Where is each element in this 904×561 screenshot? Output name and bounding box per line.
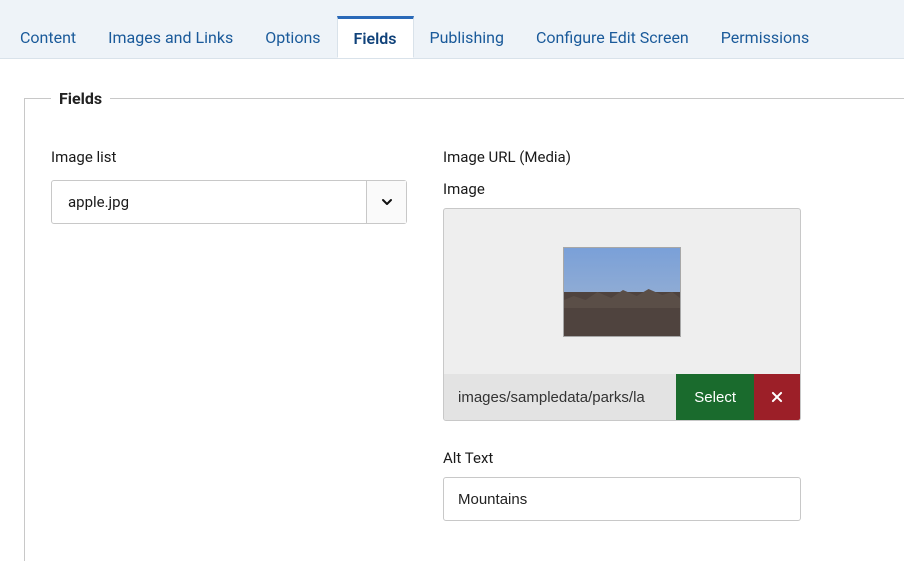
- chevron-down-icon: [366, 181, 406, 223]
- tab-permissions[interactable]: Permissions: [705, 16, 825, 58]
- media-preview: [444, 209, 800, 374]
- tab-bar: Content Images and Links Options Fields …: [0, 0, 904, 59]
- image-list-value: apple.jpg: [52, 181, 366, 223]
- fieldset-legend: Fields: [51, 89, 110, 108]
- tab-publishing[interactable]: Publishing: [414, 16, 520, 58]
- image-sublabel: Image: [443, 180, 801, 198]
- close-icon: [770, 390, 784, 404]
- fields-fieldset: Fields Image list apple.jpg Image URL (M…: [24, 89, 904, 561]
- image-list-label: Image list: [51, 148, 407, 166]
- alt-text-input[interactable]: [443, 477, 801, 521]
- media-actions: Select: [444, 374, 800, 420]
- clear-button[interactable]: [754, 374, 800, 420]
- media-path-input[interactable]: [444, 374, 676, 420]
- tab-fields[interactable]: Fields: [337, 16, 414, 58]
- tab-images-and-links[interactable]: Images and Links: [92, 16, 249, 58]
- select-button[interactable]: Select: [676, 374, 754, 420]
- image-url-label: Image URL (Media): [443, 148, 801, 166]
- media-thumbnail: [563, 247, 681, 337]
- tab-options[interactable]: Options: [249, 16, 336, 58]
- tab-configure-edit-screen[interactable]: Configure Edit Screen: [520, 16, 705, 58]
- tab-content[interactable]: Content: [4, 16, 92, 58]
- image-list-select[interactable]: apple.jpg: [51, 180, 407, 224]
- alt-text-label: Alt Text: [443, 449, 801, 467]
- media-field: Select: [443, 208, 801, 421]
